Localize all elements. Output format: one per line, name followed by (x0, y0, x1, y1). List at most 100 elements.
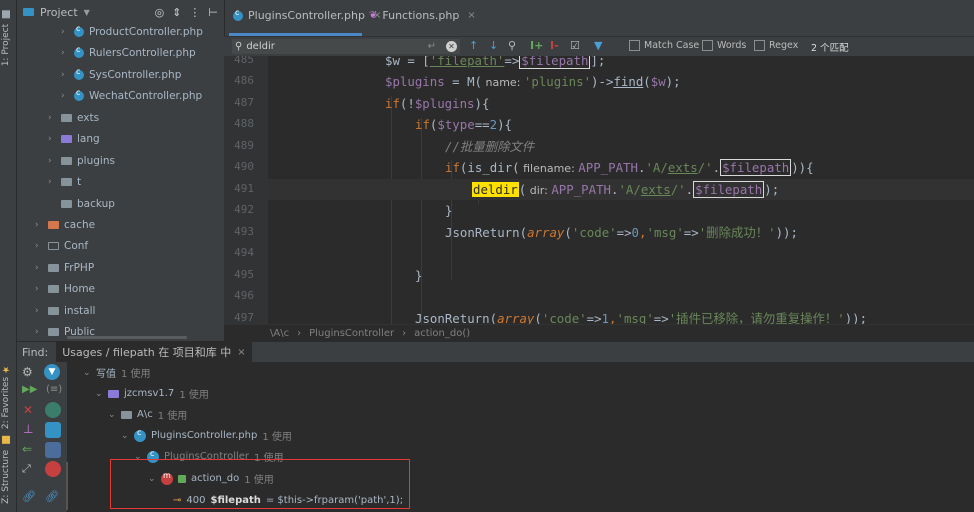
breadcrumb-item[interactable]: \A\c (270, 328, 289, 339)
tab-pluginscontroller[interactable]: PluginsController.php × (233, 8, 381, 22)
filter-icon[interactable]: ▼ (44, 364, 60, 380)
link-icon[interactable]: 🔗︎ (22, 490, 36, 504)
tree-item[interactable]: › FrPHP (35, 257, 94, 278)
folder-icon (48, 263, 59, 272)
project-horizontal-scrollbar[interactable] (67, 336, 187, 339)
expand-arrow-icon[interactable]: › (35, 327, 43, 337)
expand-arrow-icon[interactable]: › (61, 48, 69, 58)
search-input[interactable]: ⚲ deldir ↵ ✕ (232, 39, 460, 54)
chevron-down-icon[interactable]: ⌄ (108, 410, 116, 420)
chevron-down-icon[interactable]: ▼ (84, 8, 90, 17)
more-icon[interactable]: ⋮ (189, 6, 200, 19)
tree-item[interactable]: › WechatController.php (61, 85, 202, 106)
expand-arrow-icon[interactable]: › (48, 177, 56, 187)
rerun-icon[interactable]: ▶▶ (22, 384, 37, 398)
checkbox-box[interactable] (702, 40, 713, 51)
code-token: == (474, 117, 490, 132)
chevron-down-icon[interactable]: ⌄ (83, 368, 91, 378)
hide-icon[interactable]: ⊢ (208, 6, 218, 19)
expand-arrow-icon[interactable]: › (48, 113, 56, 123)
project-tool-tab[interactable]: 1: Project (1, 10, 11, 66)
tree-item[interactable]: › lang (48, 128, 100, 149)
expand-arrow-icon[interactable]: › (61, 27, 69, 37)
method-icon[interactable] (45, 461, 61, 477)
tree-item[interactable]: › SysController.php (61, 64, 181, 85)
breadcrumb-separator-icon: › (297, 327, 302, 339)
expand-arrow-icon[interactable]: › (35, 284, 43, 294)
search-icon[interactable]: ⚲ (235, 41, 242, 52)
tree-item[interactable]: › exts (48, 107, 99, 128)
module-icon[interactable] (45, 402, 61, 418)
pin-icon[interactable]: ⊥ (23, 422, 37, 436)
code-token: $filepath (720, 159, 792, 176)
package-icon[interactable] (45, 422, 61, 438)
code-token: 'plugins' (523, 74, 592, 89)
chevron-down-icon[interactable]: ⌄ (95, 389, 103, 399)
target-icon[interactable]: ◎ (155, 6, 165, 19)
tree-item[interactable]: › RulersController.php (61, 42, 196, 63)
gear-icon[interactable]: ⚙ (22, 365, 36, 379)
close-icon[interactable]: × (237, 347, 245, 358)
tree-item[interactable]: › cache (35, 214, 95, 235)
expand-arrow-icon[interactable]: › (35, 306, 43, 316)
select-all-occurrences-icon[interactable]: ☑ (570, 39, 580, 52)
tree-item-label: Home (64, 282, 96, 295)
regex-checkbox[interactable]: Regex (754, 40, 798, 51)
expand-arrow-icon[interactable]: › (48, 156, 56, 166)
link-icon[interactable]: 🔗︎ (45, 490, 59, 504)
tree-item[interactable]: ⌄ PluginsController.php 1 使用 (121, 425, 292, 446)
folder-icon (61, 199, 72, 208)
project-folder-icon (108, 389, 119, 398)
tree-item[interactable]: ⌄ A\c 1 使用 (108, 404, 187, 425)
expand-arrow-icon[interactable]: › (48, 134, 56, 144)
tree-item[interactable]: › Conf (35, 235, 88, 256)
checkbox-box[interactable] (629, 40, 640, 51)
expand-icon[interactable]: ⤢ (22, 462, 36, 476)
tree-item[interactable]: › Home (35, 278, 95, 299)
breadcrumb-item[interactable]: action_do() (414, 328, 470, 339)
tree-item[interactable]: ⌄ jzcmsv1.7 1 使用 (95, 383, 209, 404)
code-token: => (653, 311, 669, 324)
tree-item[interactable]: › t (48, 171, 81, 192)
code-editor[interactable]: $w = ['filepath'=> $filepath]; $plugins =… (268, 56, 974, 324)
tree-item[interactable]: backup (48, 193, 115, 214)
expand-arrow-icon[interactable]: › (35, 263, 43, 273)
close-icon[interactable]: ✕ (23, 403, 37, 417)
expand-arrow-icon[interactable]: › (35, 220, 43, 230)
chevron-down-icon[interactable]: ⌄ (121, 431, 129, 441)
expand-arrow-icon[interactable]: › (61, 70, 69, 80)
remove-selection-icon[interactable]: I- (550, 39, 559, 52)
find-results-scrollbar[interactable] (66, 462, 68, 510)
back-icon[interactable]: ⇐ (22, 442, 36, 456)
words-checkbox[interactable]: Words (702, 40, 746, 51)
code-token: exts (640, 182, 671, 197)
tree-item-label: RulersController.php (89, 46, 196, 59)
add-selection-icon[interactable]: I+ (530, 39, 543, 52)
expand-arrow-icon[interactable]: › (35, 241, 43, 251)
collapse-icon[interactable]: ⇕ (172, 6, 181, 19)
clear-search-icon[interactable]: ✕ (446, 41, 457, 52)
code-token: ( (534, 311, 542, 324)
tree-item[interactable]: › ProductController.php (61, 21, 203, 42)
expand-arrow-icon[interactable]: › (61, 91, 69, 101)
tree-item[interactable]: › plugins (48, 150, 115, 171)
checkbox-box[interactable] (754, 40, 765, 51)
close-icon[interactable]: × (467, 10, 475, 21)
filter-icon[interactable]: ▼ (594, 39, 602, 52)
structure-tool-tab[interactable]: Z: Structure (1, 436, 11, 504)
favorites-tool-tab[interactable]: 2: Favorites ★ (1, 364, 11, 429)
file-icon[interactable] (45, 442, 61, 458)
tree-item[interactable]: › install (35, 300, 95, 321)
tab-usages[interactable]: Usages / filepath 在 项目和库 中 × (56, 341, 252, 363)
tab-functions[interactable]: ❦ Functions.php × (369, 9, 476, 22)
tree-item[interactable]: ⌄ 写值 1 使用 (83, 362, 151, 383)
breadcrumb-item[interactable]: PluginsController (309, 328, 394, 339)
usage-count: 1 使用 (262, 432, 292, 443)
previous-occurrence-icon[interactable]: ↑ (469, 39, 478, 52)
code-token: JsonReturn (445, 225, 520, 240)
match-case-checkbox[interactable]: Match Case (629, 40, 699, 51)
project-title[interactable]: Project (40, 6, 78, 19)
group-icon[interactable]: (≡) (46, 384, 62, 398)
next-occurrence-icon[interactable]: ↓ (489, 39, 498, 52)
find-all-icon[interactable]: ⚲ (508, 39, 516, 52)
